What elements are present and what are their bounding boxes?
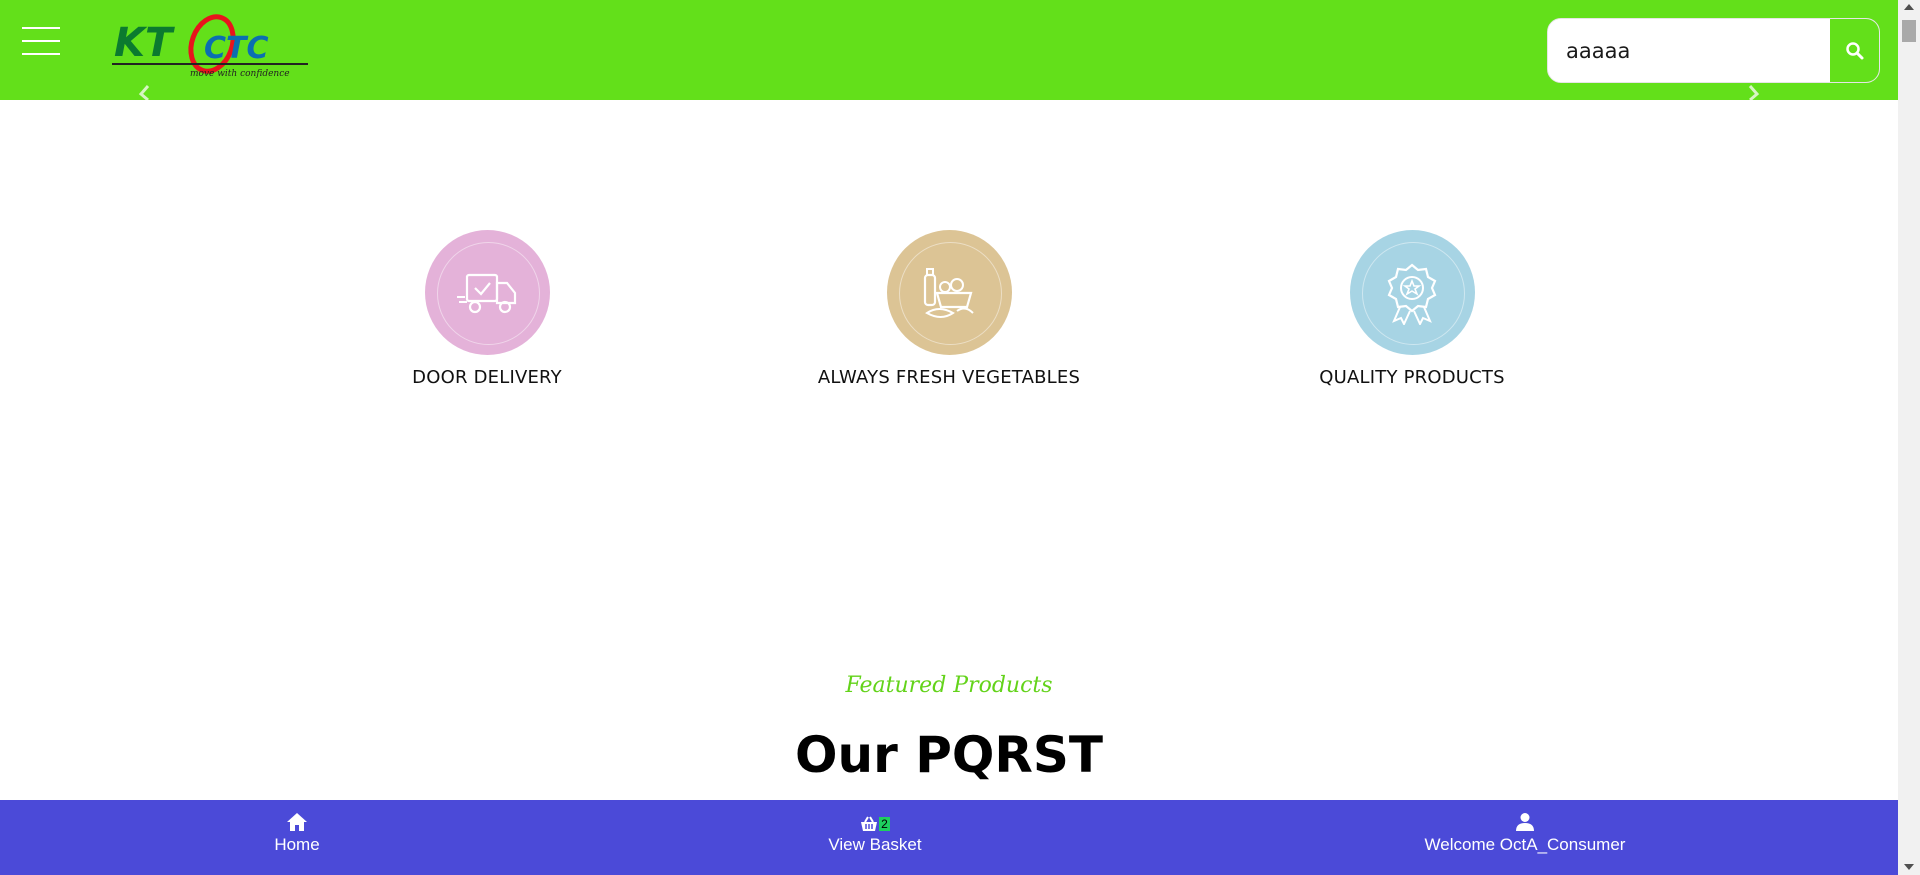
nav-home[interactable]: Home: [247, 800, 347, 875]
delivery-truck-icon: [457, 273, 517, 313]
basket-count-badge: 2: [879, 817, 890, 831]
home-icon: [287, 813, 307, 831]
section-title: Our PQRST: [795, 726, 1103, 784]
nav-home-label: Home: [274, 835, 320, 854]
svg-text:CTC: CTC: [204, 31, 269, 66]
scroll-down-icon[interactable]: [1904, 864, 1914, 870]
search-icon: [1845, 41, 1863, 59]
search-box: [1547, 18, 1880, 83]
quality-badge-icon: [1387, 263, 1437, 325]
nav-basket-label: View Basket: [828, 835, 922, 854]
feature-label: DOOR DELIVERY: [412, 367, 562, 388]
basket-icon: [861, 816, 878, 831]
nav-user-account[interactable]: Welcome OctA_Consumer: [1390, 800, 1660, 875]
scroll-up-icon[interactable]: [1904, 4, 1914, 10]
slider-next-icon[interactable]: [1746, 84, 1762, 102]
vegetables-basket-icon: [923, 267, 974, 318]
menu-icon[interactable]: [22, 27, 60, 57]
scroll-thumb[interactable]: [1902, 20, 1916, 42]
feature-label: QUALITY PRODUCTS: [1319, 367, 1505, 388]
bottom-nav: Home 2 View Basket Welcome OctA_Consumer: [0, 800, 1898, 875]
search-input[interactable]: [1548, 19, 1830, 82]
nav-user-label: Welcome OctA_Consumer: [1424, 835, 1626, 854]
feature-circle: [886, 230, 1012, 355]
svg-text:move with confidence: move with confidence: [190, 69, 290, 79]
slider-prev-icon[interactable]: [136, 84, 152, 102]
page: KT CTC move with confidence aaaaa DOOR D…: [0, 0, 1920, 875]
feature-fresh-vegetables: ALWAYS FRESH VEGETABLES: [789, 230, 1109, 388]
nav-view-basket[interactable]: 2 View Basket: [800, 800, 950, 875]
vertical-scrollbar[interactable]: [1898, 0, 1920, 875]
feature-quality-products: QUALITY PRODUCTS: [1252, 230, 1572, 388]
user-icon: [1516, 813, 1534, 831]
search-button[interactable]: [1829, 19, 1879, 82]
feature-door-delivery: DOOR DELIVERY: [327, 230, 647, 388]
feature-circle: [1349, 230, 1475, 355]
featured-products-subtitle: Featured Products: [845, 673, 1053, 698]
top-header: KT CTC move with confidence: [0, 0, 1898, 102]
svg-text:KT: KT: [114, 20, 175, 66]
feature-label: ALWAYS FRESH VEGETABLES: [817, 367, 1081, 388]
feature-circle: [424, 230, 550, 355]
site-logo[interactable]: KT CTC move with confidence: [108, 6, 313, 86]
